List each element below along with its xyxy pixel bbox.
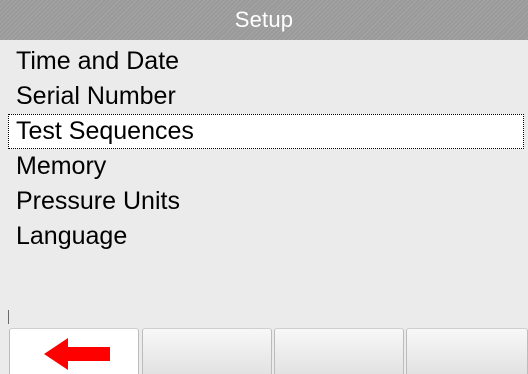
title-bar: Setup xyxy=(0,0,528,40)
setup-screen: Setup Time and Date Serial Number Test S… xyxy=(0,0,528,374)
menu-item-memory[interactable]: Memory xyxy=(8,149,524,184)
setup-menu-list: Time and Date Serial Number Test Sequenc… xyxy=(8,44,524,254)
menu-item-pressure-units[interactable]: Pressure Units xyxy=(8,184,524,219)
softkey-4[interactable] xyxy=(406,328,528,374)
menu-item-serial-number[interactable]: Serial Number xyxy=(8,79,524,114)
menu-item-time-and-date[interactable]: Time and Date xyxy=(8,44,524,79)
softkey-2[interactable] xyxy=(142,328,272,374)
page-title: Setup xyxy=(234,7,294,32)
softkey-3[interactable] xyxy=(274,328,404,374)
left-arrow-icon xyxy=(44,338,110,370)
menu-item-language[interactable]: Language xyxy=(8,219,524,254)
softkey-bar xyxy=(0,324,528,374)
menu-area: Time and Date Serial Number Test Sequenc… xyxy=(0,40,528,330)
back-softkey[interactable] xyxy=(9,328,139,374)
menu-item-test-sequences[interactable]: Test Sequences xyxy=(8,114,524,149)
